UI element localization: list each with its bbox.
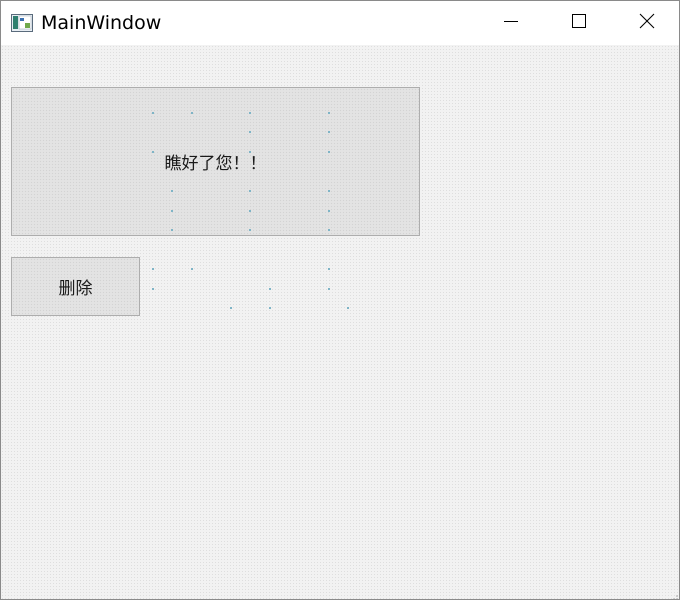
minimize-icon bbox=[503, 13, 519, 33]
artifact-dot bbox=[230, 307, 232, 309]
artifact-dot bbox=[328, 229, 330, 231]
artifact-dot bbox=[249, 229, 251, 231]
artifact-dot bbox=[347, 307, 349, 309]
artifact-dot bbox=[171, 190, 173, 192]
artifact-dot bbox=[171, 210, 173, 212]
app-window-icon bbox=[11, 14, 33, 32]
resize-grip-icon[interactable] bbox=[669, 589, 679, 599]
artifact-dot bbox=[249, 210, 251, 212]
artifact-dot bbox=[249, 190, 251, 192]
minimize-button[interactable] bbox=[477, 1, 545, 45]
client-area: 瞧好了您！！ 删除 bbox=[1, 45, 679, 599]
artifact-dot bbox=[328, 151, 330, 153]
artifact-dot bbox=[249, 151, 251, 153]
maximize-button[interactable] bbox=[545, 1, 613, 45]
title-bar[interactable]: MainWindow bbox=[1, 1, 679, 45]
maximize-icon bbox=[571, 13, 587, 33]
artifact-dot bbox=[249, 131, 251, 133]
artifact-dot bbox=[152, 151, 154, 153]
artifact-dot bbox=[152, 288, 154, 290]
artifact-dot bbox=[191, 112, 193, 114]
hello-button[interactable]: 瞧好了您！！ bbox=[11, 87, 420, 236]
artifact-dot bbox=[249, 112, 251, 114]
artifact-dot bbox=[328, 288, 330, 290]
close-button[interactable] bbox=[613, 1, 679, 45]
artifact-dot bbox=[152, 112, 154, 114]
artifact-dot bbox=[328, 112, 330, 114]
close-icon bbox=[639, 13, 655, 33]
artifact-dot bbox=[328, 268, 330, 270]
artifact-dot bbox=[171, 229, 173, 231]
artifact-dot bbox=[328, 190, 330, 192]
artifact-dot bbox=[269, 307, 271, 309]
delete-button[interactable]: 删除 bbox=[11, 257, 140, 316]
artifact-dot bbox=[328, 210, 330, 212]
artifact-dot bbox=[152, 268, 154, 270]
artifact-dot bbox=[269, 288, 271, 290]
artifact-dot bbox=[191, 268, 193, 270]
window-title: MainWindow bbox=[41, 12, 162, 34]
artifact-dot bbox=[328, 131, 330, 133]
main-window: MainWindow 瞧好了您！！ 删除 bbox=[0, 0, 680, 600]
